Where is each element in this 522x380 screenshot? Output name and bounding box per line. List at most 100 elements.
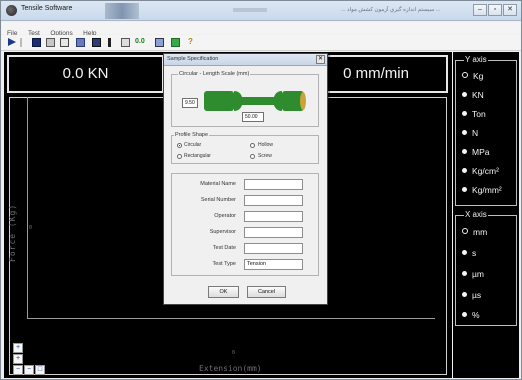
profile-hollow-radio[interactable] (250, 143, 255, 148)
x-unit-option[interactable]: s (462, 248, 476, 258)
test-type-field[interactable]: Tension (244, 259, 303, 270)
sample-specification-dialog: Sample Specification ✕ Circular - Length… (163, 53, 328, 305)
serial-number-field[interactable] (244, 195, 303, 206)
x-unit-option[interactable]: mm (462, 227, 487, 237)
marker-icon[interactable] (108, 38, 111, 47)
y-axis-tick: 0 (29, 225, 33, 231)
title-bar: Tensile Software ... سيستم اندازه گيري آ… (1, 1, 521, 21)
test-date-label: Test Date (212, 245, 236, 251)
radio-selected-icon (462, 228, 468, 234)
y-unit-option[interactable]: Kg/mm² (462, 185, 502, 195)
y-unit-option[interactable]: Kg/cm² (462, 166, 499, 176)
graph-icon[interactable] (171, 38, 180, 47)
dialog-title: Sample Specification (167, 56, 219, 62)
x-axis-line (27, 318, 435, 319)
units-panel: Y axis Kg KN Ton N MPa Kg/cm² Kg/mm² X a… (453, 52, 519, 378)
y-axis-label: Force (Kg) (8, 203, 17, 262)
radio-selected-icon (462, 72, 468, 78)
profile-hollow-label: Hollow (258, 142, 274, 148)
operator-label: Operator (214, 213, 236, 219)
x-unit-option[interactable]: µm (462, 269, 484, 279)
force-readout: 0.0 KN (7, 55, 164, 93)
profile-circular-radio[interactable] (177, 143, 182, 148)
separator-icon (20, 38, 22, 47)
radio-icon (462, 271, 467, 276)
x-axis-units-group: X axis mm s µm µs % (455, 210, 517, 326)
specimen-end (300, 92, 306, 110)
app-icon (6, 5, 17, 16)
zoom-fit-icon[interactable]: □ (35, 365, 45, 375)
serial-number-label: Serial Number (200, 197, 236, 203)
radio-icon (462, 312, 467, 317)
app-window: Tensile Software ... سيستم اندازه گيري آ… (0, 0, 522, 380)
radio-icon (462, 92, 467, 97)
profile-screw-radio[interactable] (250, 154, 255, 159)
profile-shape-group: Profile Shape Circular Hollow Rectangula… (171, 132, 319, 164)
zoom-out-icon[interactable]: − (13, 365, 23, 375)
radio-icon (462, 187, 467, 192)
dialog-body: Circular - Length Scale (mm) 9.50 50.00 … (167, 68, 324, 302)
y-axis-line (27, 97, 28, 319)
help-icon[interactable]: ? (188, 37, 193, 46)
cancel-button[interactable]: Cancel (247, 286, 286, 298)
radio-icon (462, 250, 467, 255)
window-controls: – ▫ ✕ (473, 4, 517, 16)
chart-icon[interactable] (155, 38, 164, 47)
grid-icon[interactable] (121, 38, 130, 47)
test-date-field[interactable] (244, 243, 303, 254)
x-axis-tick: 0 (232, 350, 236, 356)
profile-circular-label: Circular (184, 142, 202, 148)
print-icon[interactable] (60, 38, 69, 47)
speed-readout: 0.0 (135, 38, 145, 45)
profile-rectangular-radio[interactable] (177, 154, 182, 159)
y-unit-option[interactable]: MPa (462, 147, 489, 157)
close-button[interactable]: ✕ (503, 4, 517, 16)
ok-button[interactable]: OK (208, 286, 239, 298)
specimen-shoulder-right (274, 91, 282, 111)
window-title-rtl: ... سيستم اندازه گيري آزمون كشش مواد ... (341, 7, 441, 13)
zoom-in-y-icon[interactable]: + (13, 354, 23, 364)
radio-icon (462, 292, 467, 297)
supervisor-label: Supervisor (209, 229, 236, 235)
x-unit-option[interactable]: µs (462, 290, 481, 300)
length-scale-group: Circular - Length Scale (mm) 9.50 50.00 (171, 71, 319, 127)
profile-rectangular-label: Rectangular (184, 153, 211, 159)
dialog-title-bar: Sample Specification ✕ (164, 54, 327, 66)
y-unit-option[interactable]: Kg (462, 71, 483, 81)
length-value-box[interactable]: 50.00 (242, 112, 264, 122)
specimen-shoulder-left (234, 91, 242, 111)
maximize-button[interactable]: ▫ (488, 4, 502, 16)
minimize-button[interactable]: – (473, 4, 487, 16)
title-decoration (105, 3, 139, 19)
x-axis-label: Extension(mm) (199, 364, 262, 373)
length-scale-legend: Circular - Length Scale (mm) (178, 71, 251, 77)
y-unit-option[interactable]: KN (462, 90, 484, 100)
title-decoration-bar (233, 8, 267, 12)
radio-icon (462, 111, 467, 116)
x-unit-option[interactable]: % (462, 310, 480, 320)
toolbar: 0.0 ? (1, 35, 521, 51)
report-icon[interactable] (76, 38, 85, 47)
open-icon[interactable] (46, 38, 55, 47)
test-info-group: Material Name Serial Number Operator Sup… (171, 173, 319, 276)
y-unit-option[interactable]: Ton (462, 109, 486, 119)
zoom-in-icon[interactable]: + (13, 343, 23, 353)
supervisor-field[interactable] (244, 227, 303, 238)
test-type-label: Test Type (212, 261, 236, 267)
y-axis-units-group: Y axis Kg KN Ton N MPa Kg/cm² Kg/mm² (455, 55, 517, 206)
specimen-grip-left (204, 91, 234, 111)
profile-shape-legend: Profile Shape (174, 132, 210, 138)
diameter-value-box[interactable]: 9.50 (182, 98, 198, 108)
y-unit-option[interactable]: N (462, 128, 478, 138)
window-title: Tensile Software (21, 5, 73, 12)
operator-field[interactable] (244, 211, 303, 222)
material-name-field[interactable] (244, 179, 303, 190)
profile-screw-label: Screw (258, 153, 272, 159)
specimen-gauge (242, 97, 274, 105)
dialog-close-icon[interactable]: ✕ (316, 55, 325, 64)
radio-icon (462, 130, 467, 135)
save-icon[interactable] (32, 38, 41, 47)
zoom-x-icon[interactable]: − (24, 365, 34, 375)
export-icon[interactable] (92, 38, 101, 47)
play-icon[interactable] (8, 38, 16, 46)
